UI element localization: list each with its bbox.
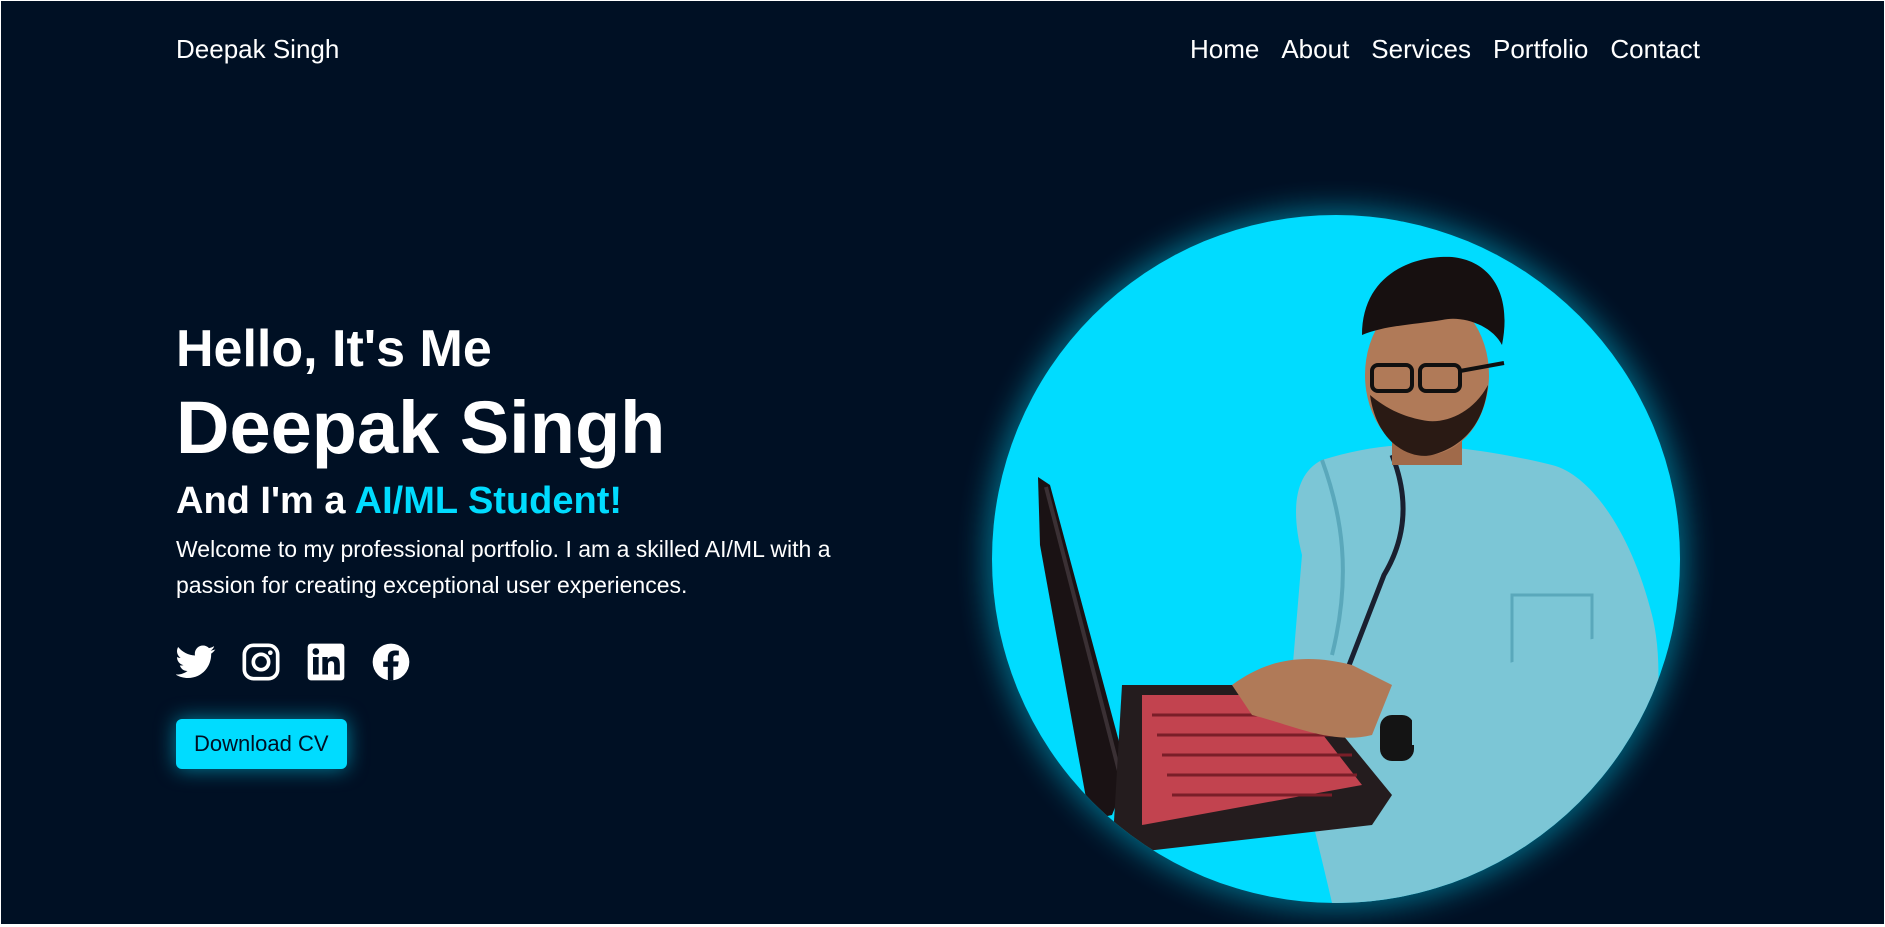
instagram-icon <box>242 643 280 681</box>
main-nav: Home About Services Portfolio Contact <box>1190 34 1700 64</box>
nav-contact[interactable]: Contact <box>1610 34 1700 64</box>
person-with-laptop-photo <box>1038 256 1659 903</box>
nav-portfolio[interactable]: Portfolio <box>1493 34 1588 64</box>
facebook-link[interactable] <box>371 642 411 682</box>
twitter-link[interactable] <box>176 642 216 682</box>
nav-home[interactable]: Home <box>1190 34 1259 64</box>
site-logo[interactable]: Deepak Singh <box>176 34 339 65</box>
instagram-link[interactable] <box>241 642 281 682</box>
twitter-icon <box>176 645 216 678</box>
hero-portrait <box>992 215 1680 903</box>
hero-greeting: Hello, It's Me <box>176 320 492 378</box>
social-links <box>176 641 936 683</box>
hero-name: Deepak Singh <box>176 386 666 469</box>
nav-services[interactable]: Services <box>1371 34 1471 64</box>
hero-role: And I'm a AI/ML Student! <box>176 479 936 523</box>
linkedin-icon <box>307 643 345 681</box>
site-header: Deepak Singh Home About Services Portfol… <box>1 1 1884 101</box>
linkedin-link[interactable] <box>306 642 346 682</box>
download-cv-button[interactable]: Download CV <box>176 719 347 769</box>
hero-role-highlight: AI/ML Student! <box>354 480 623 522</box>
hero-role-prefix: And I'm a <box>176 480 355 522</box>
facebook-icon <box>372 643 410 681</box>
page: Deepak Singh Home About Services Portfol… <box>1 1 1884 924</box>
hero-intro: Welcome to my professional portfolio. I … <box>176 536 831 598</box>
nav-about[interactable]: About <box>1281 34 1349 64</box>
hero-content: Hello, It's Me Deepak Singh And I'm a AI… <box>176 319 936 769</box>
